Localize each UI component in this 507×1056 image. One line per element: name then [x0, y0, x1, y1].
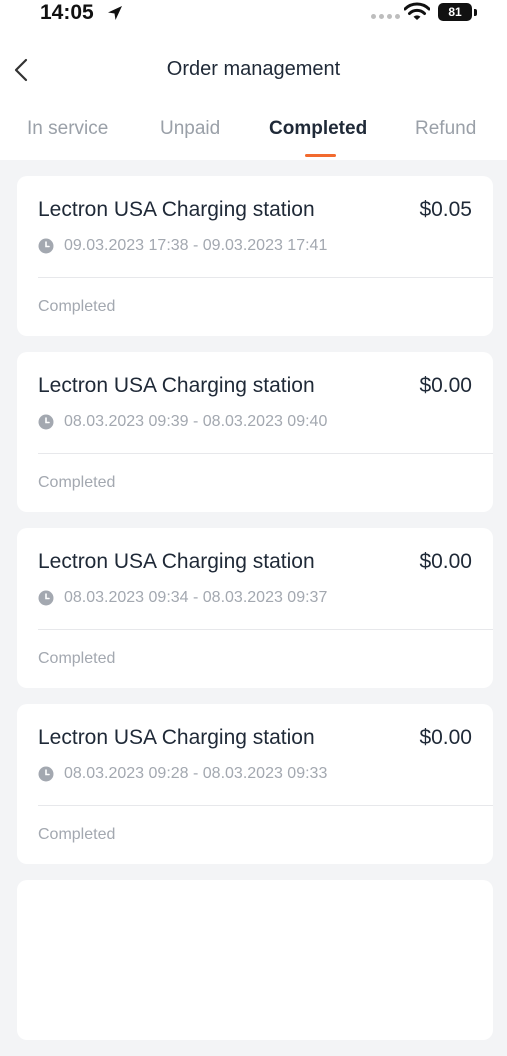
station-name: Lectron USA Charging station: [38, 374, 315, 397]
clock-icon: [38, 766, 54, 782]
order-status: Completed: [38, 650, 116, 667]
order-card[interactable]: Lectron USA Charging station $0.00 08.03…: [17, 704, 493, 864]
order-time-range: 08.03.2023 09:34 - 08.03.2023 09:37: [64, 589, 328, 606]
location-arrow-icon: [108, 6, 122, 20]
tab-in-service[interactable]: In service: [27, 118, 108, 140]
card-divider: [38, 805, 493, 806]
order-list: Lectron USA Charging station $0.05 09.03…: [17, 176, 493, 1056]
clock-icon: [38, 590, 54, 606]
tab-bar: In service Unpaid Completed Refund: [0, 114, 507, 160]
station-name: Lectron USA Charging station: [38, 198, 315, 221]
clock-icon: [38, 414, 54, 430]
tab-unpaid[interactable]: Unpaid: [160, 118, 220, 140]
station-name: Lectron USA Charging station: [38, 550, 315, 573]
signal-dots-icon: [371, 14, 400, 19]
order-card-partial[interactable]: [17, 880, 493, 1040]
card-divider: [38, 629, 493, 630]
battery-tip: [474, 9, 477, 16]
tab-refund[interactable]: Refund: [415, 118, 476, 140]
header: Order management In service Unpaid Compl…: [0, 30, 507, 160]
clock-icon: [38, 238, 54, 254]
order-status: Completed: [38, 826, 116, 843]
order-card[interactable]: Lectron USA Charging station $0.00 08.03…: [17, 352, 493, 512]
order-price: $0.00: [419, 374, 472, 397]
order-time-range: 09.03.2023 17:38 - 09.03.2023 17:41: [64, 237, 328, 254]
order-card[interactable]: Lectron USA Charging station $0.05 09.03…: [17, 176, 493, 336]
order-time-range: 08.03.2023 09:28 - 08.03.2023 09:33: [64, 765, 328, 782]
card-divider: [38, 277, 493, 278]
page-title: Order management: [166, 58, 341, 80]
active-tab-indicator: [305, 154, 336, 157]
order-price: $0.00: [419, 550, 472, 573]
order-card[interactable]: Lectron USA Charging station $0.00 08.03…: [17, 528, 493, 688]
status-time: 14:05: [40, 1, 94, 24]
order-price: $0.00: [419, 726, 472, 749]
order-time-range: 08.03.2023 09:39 - 08.03.2023 09:40: [64, 413, 328, 430]
battery-icon: 81: [438, 3, 472, 21]
station-name: Lectron USA Charging station: [38, 726, 315, 749]
tab-completed[interactable]: Completed: [269, 118, 367, 140]
wifi-icon: [404, 2, 430, 20]
order-price: $0.05: [419, 198, 472, 221]
card-divider: [38, 453, 493, 454]
order-status: Completed: [38, 298, 116, 315]
status-bar: 14:05 81: [0, 0, 507, 30]
order-status: Completed: [38, 474, 116, 491]
